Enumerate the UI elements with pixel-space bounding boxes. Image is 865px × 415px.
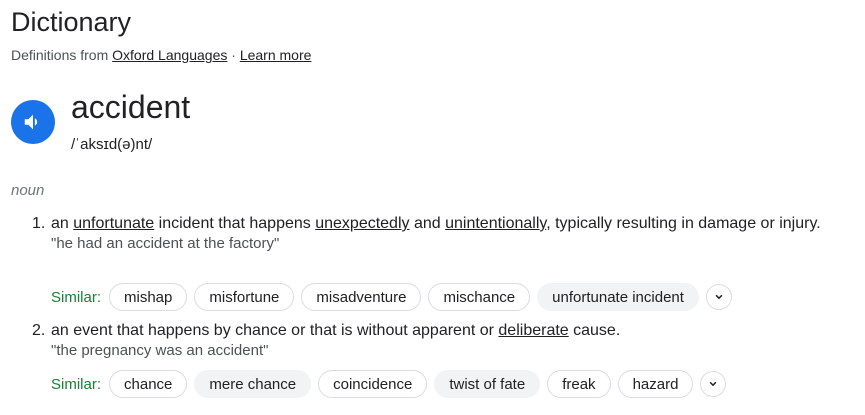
similar-chip[interactable]: hazard (617, 370, 694, 398)
sense-1: 1. an unfortunate incident that happens … (32, 214, 832, 253)
expand-similar-button[interactable] (705, 284, 732, 310)
similar-label: Similar: (51, 288, 102, 306)
expand-similar-button[interactable] (700, 371, 727, 397)
def-link-unfortunate[interactable]: unfortunate (73, 215, 154, 232)
sense-2: 2. an event that happens by chance or th… (32, 321, 832, 360)
def-text: incident that happens (154, 215, 316, 232)
chevron-down-icon (715, 294, 723, 300)
similar-row-2: Similar: chance mere chance coincidence … (51, 370, 727, 398)
oxford-languages-link[interactable]: Oxford Languages (112, 47, 227, 63)
headword: accident (71, 89, 191, 125)
def-text: an (51, 215, 74, 232)
sense-number: 1. (32, 215, 46, 232)
similar-chip[interactable]: unfortunate incident (537, 283, 699, 311)
def-link-unexpectedly[interactable]: unexpectedly (315, 215, 409, 232)
similar-chip[interactable]: mishap (109, 283, 188, 311)
similar-row-1: Similar: mishap misfortune misadventure … (51, 283, 732, 311)
similar-chip[interactable]: freak (547, 370, 611, 398)
def-text: an event that happens by chance or that … (51, 322, 499, 339)
similar-chip[interactable]: mischance (428, 283, 531, 311)
similar-chip[interactable]: chance (109, 370, 188, 398)
pronounce-button[interactable] (11, 100, 55, 144)
definition: an event that happens by chance or that … (51, 321, 832, 341)
similar-chip[interactable]: twist of fate (434, 370, 541, 398)
example: "he had an accident at the factory" (51, 235, 280, 252)
speaker-icon (24, 114, 38, 130)
chevron-down-icon (710, 381, 717, 387)
similar-chip[interactable]: coincidence (318, 370, 428, 398)
similar-chip[interactable]: misadventure (301, 283, 422, 311)
source-line: Definitions from Oxford Languages · Lear… (11, 47, 311, 63)
dictionary-title: Dictionary (11, 7, 132, 37)
similar-chip[interactable]: misfortune (194, 283, 295, 311)
def-text: , typically resulting in damage or injur… (546, 215, 821, 232)
source-prefix: Definitions from (11, 47, 113, 63)
def-text: cause. (568, 322, 621, 339)
part-of-speech: noun (11, 182, 45, 199)
def-text: and (409, 215, 446, 232)
phonetic: /ˈaksɪd(ə)nt/ (71, 136, 153, 153)
def-link-deliberate[interactable]: deliberate (498, 322, 568, 339)
definition: an unfortunate incident that happens une… (51, 214, 832, 234)
learn-more-link[interactable]: Learn more (240, 47, 312, 63)
example: "the pregnancy was an accident" (51, 342, 269, 359)
def-link-unintentionally[interactable]: unintentionally (445, 215, 546, 232)
similar-label: Similar: (51, 375, 102, 393)
separator: · (227, 47, 240, 63)
sense-number: 2. (32, 322, 46, 339)
similar-chip[interactable]: mere chance (194, 370, 312, 398)
